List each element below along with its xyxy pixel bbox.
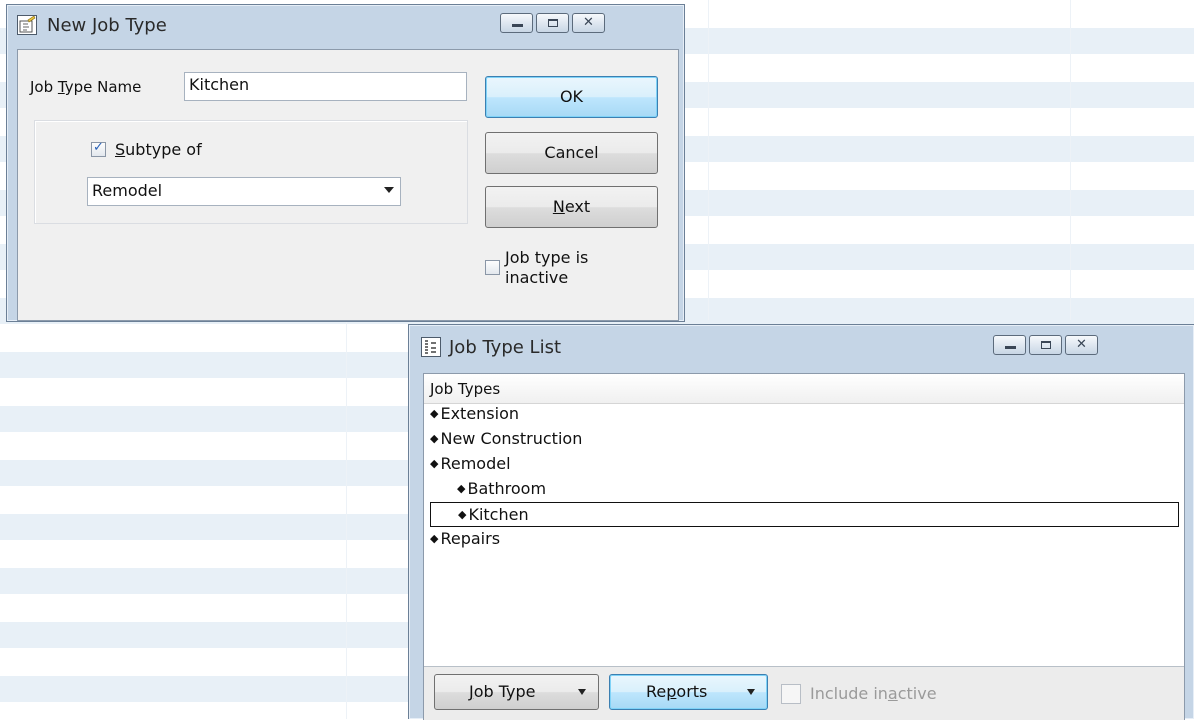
diamond-icon: ◆ <box>430 407 439 420</box>
background-grid-line <box>1070 0 1071 320</box>
list-item-selected[interactable]: ◆ Kitchen <box>430 502 1179 527</box>
subtype-group <box>34 120 468 224</box>
diamond-icon: ◆ <box>458 508 467 521</box>
list-item[interactable]: ◆ Repairs <box>430 527 1170 552</box>
minimize-icon <box>512 24 523 27</box>
job-type-menu-button[interactable]: Job Type <box>434 674 599 710</box>
job-type-list-body: Job Types ◆ Extension ◆ New Construction ◆… <box>423 373 1185 720</box>
maximize-icon <box>1041 341 1051 349</box>
list-item[interactable]: ◆ Remodel <box>430 452 1170 477</box>
list-item[interactable]: ◆ Bathroom <box>430 477 1170 502</box>
minimize-button[interactable] <box>993 335 1026 355</box>
caret-down-icon <box>578 689 586 695</box>
check-icon: ✓ <box>93 140 104 155</box>
background-grid-line <box>346 320 347 719</box>
minimize-icon <box>1005 346 1016 349</box>
diamond-icon: ◆ <box>457 482 466 495</box>
cancel-button[interactable]: Cancel <box>485 132 658 174</box>
new-item-icon <box>17 15 37 35</box>
maximize-button[interactable] <box>1029 335 1062 355</box>
dialog-body: Job Type Name Kitchen ✓ Subtype of Remod… <box>17 49 679 321</box>
diamond-icon: ◆ <box>430 532 439 545</box>
job-type-name-input[interactable]: Kitchen <box>184 72 467 101</box>
dialog-title: New Job Type <box>47 15 167 36</box>
job-type-name-label: Job Type Name <box>30 78 142 96</box>
list-footer: Job Type Reports Include inactive <box>424 666 1184 720</box>
chevron-down-icon <box>384 187 394 193</box>
job-type-list-window: Job Type List ✕ Job Types ◆ Extension ◆ Ne… <box>408 324 1194 720</box>
next-button[interactable]: Next <box>485 186 658 228</box>
close-icon: ✕ <box>583 15 594 30</box>
inactive-checkbox[interactable] <box>485 260 500 275</box>
maximize-button[interactable] <box>536 13 569 33</box>
maximize-icon <box>548 19 558 27</box>
inactive-label: Job type is inactive <box>505 248 589 287</box>
diamond-icon: ◆ <box>430 432 439 445</box>
close-icon: ✕ <box>1076 337 1087 352</box>
subtype-checkbox[interactable]: ✓ <box>91 140 106 157</box>
close-button[interactable]: ✕ <box>1065 335 1098 355</box>
diamond-icon: ◆ <box>430 457 439 470</box>
list-item[interactable]: ◆ Extension <box>430 402 1170 427</box>
reports-menu-button[interactable]: Reports <box>609 674 768 710</box>
new-job-type-dialog: New Job Type ✕ Job Type Name Kitchen ✓ S… <box>6 4 685 322</box>
list-item[interactable]: ◆ New Construction <box>430 427 1170 452</box>
column-header-job-types[interactable]: Job Types <box>424 374 1184 404</box>
minimize-button[interactable] <box>500 13 533 33</box>
include-inactive-checkbox[interactable] <box>781 684 801 704</box>
subtype-parent-value: Remodel <box>92 181 163 200</box>
background-grid-line <box>708 0 709 320</box>
ok-button[interactable]: OK <box>485 76 658 118</box>
caret-down-icon <box>747 689 755 695</box>
close-button[interactable]: ✕ <box>572 13 605 33</box>
subtype-parent-dropdown[interactable]: Remodel <box>87 177 401 206</box>
list-icon <box>421 337 441 357</box>
list-title: Job Type List <box>449 337 561 358</box>
dialog-title-bar[interactable]: New Job Type ✕ <box>7 5 684 43</box>
include-inactive-label: Include inactive <box>810 684 937 703</box>
list-title-bar[interactable]: Job Type List ✕ <box>409 325 1194 363</box>
subtype-label: Subtype of <box>115 140 202 159</box>
